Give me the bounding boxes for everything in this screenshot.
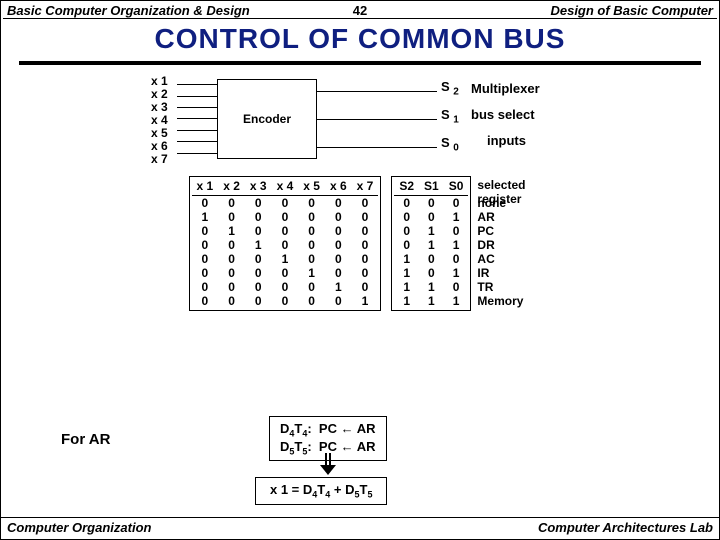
s1-label: S 1 — [441, 107, 459, 126]
slide-title: CONTROL OF COMMON BUS — [1, 19, 719, 61]
x1-equation: x 1 = D4T4 + D5T5 — [255, 477, 387, 505]
footer-right: Computer Architectures Lab — [538, 520, 713, 535]
page-number: 42 — [353, 3, 367, 18]
footer-left: Computer Organization — [7, 520, 151, 535]
down-arrow-icon — [321, 453, 335, 475]
header-left: Basic Computer Organization & Design — [7, 3, 250, 18]
for-ar-label: For AR — [61, 431, 110, 448]
encoder-diagram: x 1 x 2 x 3 x 4 x 5 x 6 x 7 Encoder S 2 … — [151, 75, 719, 170]
encoder-box: Encoder — [217, 79, 317, 159]
x-input-labels: x 1 x 2 x 3 x 4 x 5 x 6 x 7 — [151, 75, 168, 166]
mux-label-2: bus select — [471, 107, 535, 122]
s2-label: S 2 — [441, 79, 459, 98]
mux-label-3: inputs — [487, 133, 526, 148]
header-right: Design of Basic Computer — [550, 3, 713, 18]
selected-register-column: selectedregister none AR PC DR AC IR TR … — [471, 176, 531, 310]
title-underline — [19, 61, 701, 65]
mux-label-1: Multiplexer — [471, 81, 540, 96]
truth-table: x 1x 2 x 3x 4 x 5x 6 x 7 0000000 1000000… — [145, 176, 575, 311]
s0-label: S 0 — [441, 135, 459, 154]
